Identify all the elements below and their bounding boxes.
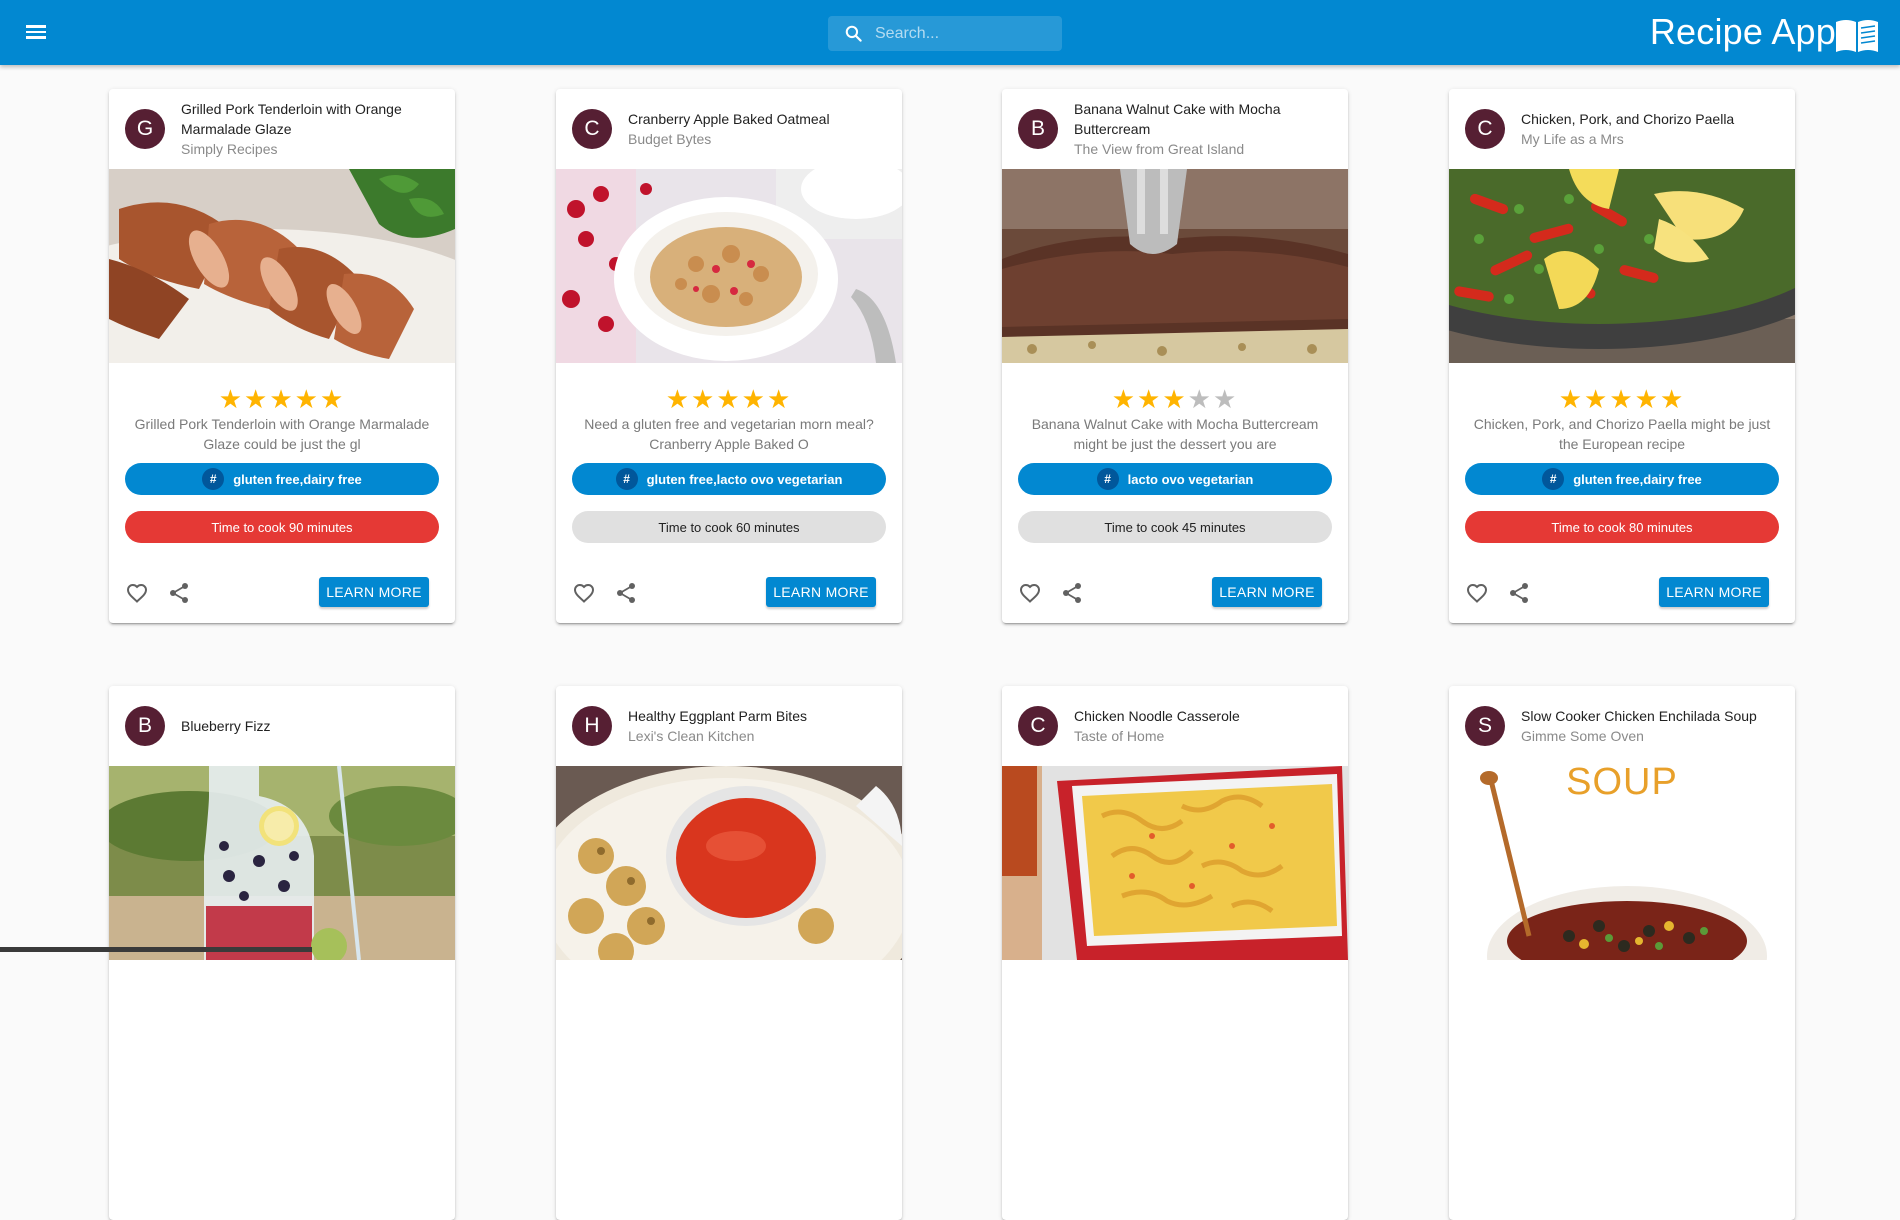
recipe-card: C Chicken Noodle Casserole Taste of Home [1002,686,1348,1220]
avatar: C [572,109,612,149]
star-rating: ★★★★★ [218,384,346,414]
search-input[interactable] [875,16,1055,51]
search-box[interactable] [828,16,1062,51]
recipe-description: Banana Walnut Cake with Mocha Buttercrea… [1031,416,1319,452]
menu-icon[interactable] [22,20,50,46]
recipe-card: B Banana Walnut Cake with Mocha Buttercr… [1002,89,1348,623]
recipe-card: G Grilled Pork Tenderloin with Orange Ma… [109,89,455,623]
hash-icon: # [1096,468,1119,490]
learn-more-button[interactable]: LEARN MORE [1212,577,1322,607]
card-source: Budget Bytes [628,131,712,147]
recipe-image[interactable]: SOUP [1449,766,1795,960]
recipe-description: Grilled Pork Tenderloin with Orange Marm… [134,416,430,452]
card-source: My Life as a Mrs [1521,131,1624,147]
recipe-card: B Blueberry Fizz [109,686,455,1220]
card-source: Taste of Home [1074,728,1165,744]
learn-more-button[interactable]: LEARN MORE [319,577,429,607]
card-title: Chicken, Pork, and Chorizo Paella [1521,111,1735,127]
share-icon[interactable] [1507,581,1531,605]
share-icon[interactable] [167,581,191,605]
cook-time-chip: Time to cook 45 minutes [1018,511,1332,543]
card-title: Healthy Eggplant Parm Bites [628,708,807,724]
search-icon [845,25,862,42]
star-rating: ★★★★★ [1558,384,1686,414]
scrollbar-track[interactable] [0,947,312,952]
card-title: Cranberry Apple Baked Oatmeal [628,111,830,127]
recipe-image[interactable] [556,169,902,363]
image-caption: SOUP [1566,766,1678,803]
card-header: C Chicken, Pork, and Chorizo Paella My L… [1449,89,1795,169]
brand: Recipe App [1650,9,1880,55]
recipe-image[interactable] [1002,169,1348,363]
avatar: S [1465,706,1505,746]
card-header: C Cranberry Apple Baked Oatmeal Budget B… [556,89,902,169]
card-header: B Banana Walnut Cake with Mocha Buttercr… [1002,89,1348,169]
recipe-image[interactable] [1449,169,1795,363]
share-icon[interactable] [1060,581,1084,605]
avatar: B [125,706,165,746]
card-header: H Healthy Eggplant Parm Bites Lexi's Cle… [556,686,902,766]
learn-more-button[interactable]: LEARN MORE [1659,577,1769,607]
recipe-card: C Chicken, Pork, and Chorizo Paella My L… [1449,89,1795,623]
app-title: Recipe App [1649,11,1836,52]
share-icon[interactable] [614,581,638,605]
learn-more-button[interactable]: LEARN MORE [766,577,876,607]
diet-tags-chip[interactable]: # gluten free,lacto ovo vegetarian [572,463,886,495]
card-header: C Chicken Noodle Casserole Taste of Home [1002,686,1348,766]
heart-icon[interactable] [1018,581,1042,605]
avatar: G [125,109,165,149]
card-title: Grilled Pork Tenderloin with Orange Marm… [181,101,402,137]
app-bar: Recipe App [0,0,1900,65]
recipe-description: Chicken, Pork, and Chorizo Paella might … [1473,416,1771,452]
recipe-grid: G Grilled Pork Tenderloin with Orange Ma… [0,0,1900,1220]
diet-tags-label: gluten free,dairy free [1573,471,1702,487]
recipe-image[interactable] [109,766,455,960]
recipe-image[interactable] [1002,766,1348,960]
card-title: Banana Walnut Cake with Mocha Buttercrea… [1074,101,1281,137]
card-source: Lexi's Clean Kitchen [628,728,755,744]
heart-icon[interactable] [572,581,596,605]
heart-icon[interactable] [125,581,149,605]
hash-icon: # [1542,468,1565,490]
recipe-card: C Cranberry Apple Baked Oatmeal Budget B… [556,89,902,623]
diet-tags-chip[interactable]: # gluten free,dairy free [1465,463,1779,495]
card-title: Chicken Noodle Casserole [1074,708,1240,724]
avatar: H [572,706,612,746]
card-title: Slow Cooker Chicken Enchilada Soup [1521,708,1757,724]
recipe-card: H Healthy Eggplant Parm Bites Lexi's Cle… [556,686,902,1220]
card-header: G Grilled Pork Tenderloin with Orange Ma… [109,89,455,169]
open-book-icon [1836,20,1878,52]
recipe-image[interactable] [109,169,455,363]
diet-tags-chip[interactable]: # gluten free,dairy free [125,463,439,495]
card-source: The View from Great Island [1074,141,1245,157]
heart-icon[interactable] [1465,581,1489,605]
card-source: Simply Recipes [181,141,278,157]
recipe-description: Need a gluten free and vegetarian morn m… [584,416,874,452]
avatar: C [1018,706,1058,746]
hash-icon: # [202,468,225,490]
cook-time-chip: Time to cook 80 minutes [1465,511,1779,543]
star-rating: ★★★★★ [665,384,793,414]
recipe-card: S Slow Cooker Chicken Enchilada Soup Gim… [1449,686,1795,1220]
card-header: S Slow Cooker Chicken Enchilada Soup Gim… [1449,686,1795,766]
card-title: Blueberry Fizz [181,718,271,734]
card-source: Gimme Some Oven [1521,728,1644,744]
cook-time-chip: Time to cook 90 minutes [125,511,439,543]
diet-tags-label: lacto ovo vegetarian [1127,471,1254,487]
cook-time-chip: Time to cook 60 minutes [572,511,886,543]
card-header: B Blueberry Fizz [109,686,455,766]
avatar: C [1465,109,1505,149]
diet-tags-label: gluten free,lacto ovo vegetarian [646,471,843,487]
avatar: B [1018,109,1058,149]
diet-tags-label: gluten free,dairy free [233,471,362,487]
diet-tags-chip[interactable]: # lacto ovo vegetarian [1018,463,1332,495]
recipe-image[interactable] [556,766,902,960]
star-rating: ★★★★★ [1111,384,1239,414]
hash-icon: # [615,468,638,490]
